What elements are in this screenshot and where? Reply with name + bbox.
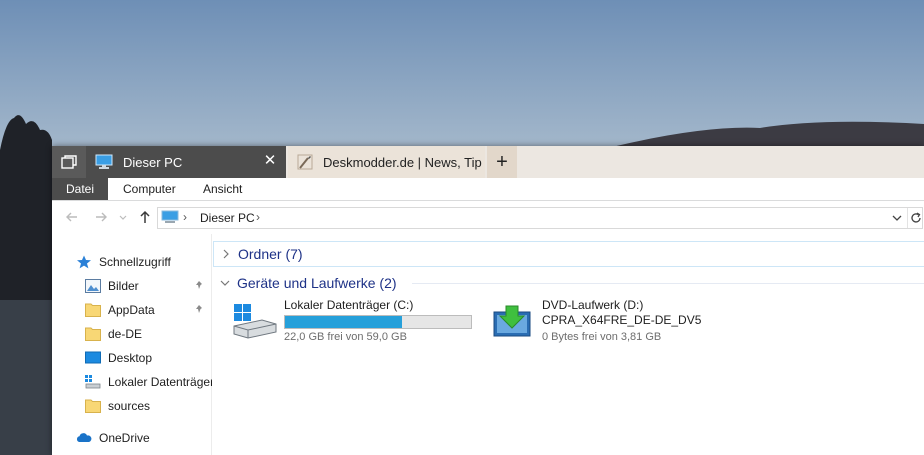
- dvd-drive-icon: [493, 305, 531, 337]
- brush-icon: [297, 154, 313, 170]
- drive-volume-label: CPRA_X64FRE_DE-DE_DV5: [542, 313, 702, 327]
- plus-icon: +: [496, 151, 508, 173]
- breadcrumb-dieser-pc[interactable]: Dieser PC: [200, 211, 255, 225]
- content-pane: Ordner (7) Geräte und Laufwerke (2) Loka…: [212, 234, 924, 455]
- nav-item-de-de[interactable]: de-DE: [85, 324, 142, 344]
- drive-free-space: 0 Bytes frei von 3,81 GB: [542, 331, 662, 343]
- computer-icon: [161, 210, 179, 223]
- drive-usage-fill: [285, 316, 403, 328]
- cloud-icon: [76, 433, 92, 442]
- task-view-button[interactable]: [52, 146, 86, 178]
- folder-icon: [85, 399, 101, 413]
- chevron-down-icon: [220, 280, 230, 286]
- close-icon[interactable]: ✕: [262, 153, 278, 169]
- back-arrow-icon[interactable]: [64, 209, 80, 225]
- up-arrow-icon[interactable]: [137, 209, 153, 225]
- nav-item-label: Desktop: [108, 351, 153, 365]
- nav-item-local-disk[interactable]: Lokaler Datenträger: [85, 372, 214, 392]
- windows-drive-icon: [233, 304, 277, 339]
- nav-item-label: AppData: [108, 303, 155, 317]
- chevron-down-icon[interactable]: [892, 211, 902, 225]
- refresh-button[interactable]: [907, 208, 924, 228]
- nav-item-quick-access[interactable]: Schnellzugriff: [76, 252, 171, 272]
- tab-bar: Dieser PC ✕ Deskmodder.de | News, Tip +: [52, 146, 924, 178]
- tab-deskmodder[interactable]: Deskmodder.de | News, Tip: [288, 146, 485, 178]
- file-explorer-window: Dieser PC ✕ Deskmodder.de | News, Tip + …: [52, 146, 924, 455]
- address-bar-row: › Dieser PC ›: [52, 201, 924, 233]
- nav-item-sources[interactable]: sources: [85, 396, 150, 416]
- breadcrumb-separator[interactable]: ›: [256, 210, 260, 224]
- folder-icon: [85, 327, 101, 341]
- drive-icon: [85, 375, 101, 389]
- ribbon-tab-view[interactable]: Ansicht: [189, 178, 256, 200]
- drive-name: Lokaler Datenträger (C:): [284, 298, 414, 312]
- drive-free-space: 22,0 GB frei von 59,0 GB: [284, 331, 407, 343]
- ribbon-tabs: Datei Computer Ansicht: [52, 178, 924, 201]
- recent-dropdown-icon[interactable]: [118, 209, 128, 225]
- nav-item-desktop[interactable]: Desktop: [85, 348, 152, 368]
- new-tab-button[interactable]: +: [487, 146, 517, 178]
- forward-arrow-icon[interactable]: [93, 209, 109, 225]
- nav-item-onedrive[interactable]: OneDrive: [76, 428, 150, 448]
- nav-item-label: sources: [108, 399, 151, 413]
- refresh-icon: [911, 212, 921, 223]
- group-header-folders[interactable]: Ordner (7): [213, 241, 924, 267]
- desktop-icon: [85, 351, 101, 364]
- group-header-drives[interactable]: Geräte und Laufwerke (2): [213, 271, 397, 295]
- pictures-icon: [85, 279, 101, 293]
- nav-item-label: de-DE: [108, 327, 143, 341]
- nav-item-bilder[interactable]: Bilder: [85, 276, 139, 296]
- navigation-pane: Schnellzugriff Bilder AppData de-DE Desk…: [52, 234, 214, 455]
- tab-label: Dieser PC: [123, 154, 183, 170]
- drive-item-c[interactable]: Lokaler Datenträger (C:) 22,0 GB frei vo…: [232, 298, 492, 346]
- nav-item-label: Bilder: [108, 279, 139, 293]
- nav-item-label: Lokaler Datenträger: [108, 375, 215, 389]
- pin-icon: [194, 304, 204, 317]
- group-divider: [412, 283, 924, 284]
- star-icon: [77, 255, 91, 269]
- drive-item-d[interactable]: DVD-Laufwerk (D:) CPRA_X64FRE_DE-DE_DV5 …: [490, 298, 750, 346]
- tab-label: Deskmodder.de | News, Tip: [323, 154, 482, 170]
- computer-icon: [95, 154, 113, 169]
- nav-item-label: OneDrive: [99, 431, 150, 445]
- tab-dieser-pc[interactable]: Dieser PC ✕: [86, 146, 286, 178]
- address-input[interactable]: › Dieser PC ›: [157, 207, 923, 229]
- pin-icon: [194, 280, 204, 293]
- windows-overlap-icon: [61, 155, 77, 169]
- ribbon-tab-file[interactable]: Datei: [52, 178, 109, 200]
- drive-name: DVD-Laufwerk (D:): [542, 298, 644, 312]
- ribbon-tab-computer[interactable]: Computer: [109, 178, 190, 200]
- group-title: Ordner (7): [238, 246, 303, 262]
- nav-item-label: Schnellzugriff: [99, 255, 171, 269]
- drive-usage-bar: [284, 315, 472, 329]
- group-title: Geräte und Laufwerke (2): [237, 275, 397, 291]
- folder-icon: [85, 303, 101, 317]
- breadcrumb-separator: ›: [183, 210, 187, 224]
- nav-item-appdata[interactable]: AppData: [85, 300, 155, 320]
- chevron-right-icon: [223, 249, 229, 259]
